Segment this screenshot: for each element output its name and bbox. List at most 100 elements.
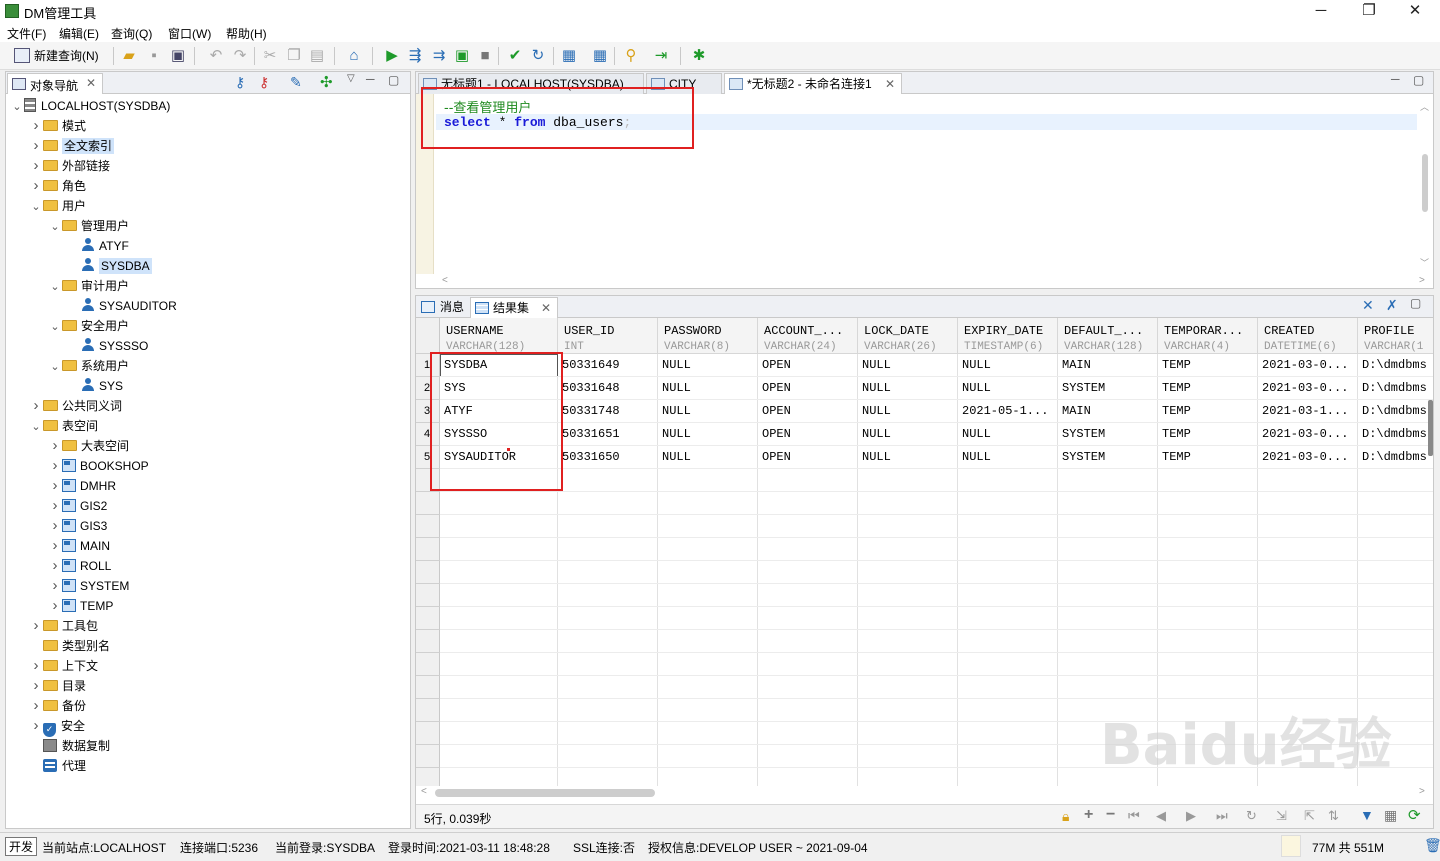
execute-icon[interactable]: ▶ (383, 47, 401, 65)
scroll-thumb[interactable] (435, 789, 655, 797)
table-cell[interactable]: NULL (958, 446, 1058, 469)
row-number[interactable] (416, 768, 440, 786)
scroll-right-icon[interactable]: > (1419, 275, 1425, 286)
chevron-right-icon[interactable]: › (48, 496, 62, 516)
table-cell[interactable]: D:\dmdbms (1358, 400, 1433, 423)
tree-node[interactable]: ⌄ 安全用户 (10, 316, 408, 336)
table-cell[interactable]: OPEN (758, 423, 858, 446)
close-icon[interactable]: ✕ (541, 298, 551, 318)
table-cell[interactable]: NULL (858, 423, 958, 446)
tree-node[interactable]: › 上下文 (10, 656, 408, 676)
menu-file[interactable]: 文件(F) (7, 25, 46, 42)
step-icon[interactable]: ⇥ (652, 47, 670, 65)
cut-icon[interactable]: ✂ (261, 47, 279, 65)
column-header[interactable]: DEFAULT_... VARCHAR(128) (1058, 318, 1158, 354)
filter-icon[interactable]: ▼ (1360, 807, 1374, 823)
tree-node[interactable]: › 模式 (10, 116, 408, 136)
table-cell[interactable]: MAIN (1058, 354, 1158, 377)
table-cell[interactable]: NULL (958, 354, 1058, 377)
chevron-right-icon[interactable]: › (29, 716, 43, 736)
sort-icon[interactable]: ⇅ (1328, 808, 1339, 824)
table-cell[interactable]: 2021-03-1... (1258, 400, 1358, 423)
paste-icon[interactable]: ▤ (308, 47, 326, 65)
execute-script-icon[interactable]: ▣ (453, 47, 471, 65)
commit-icon[interactable]: ✔ (506, 47, 524, 65)
maximize-view-icon[interactable]: ▢ (1410, 296, 1421, 310)
chevron-right-icon[interactable]: › (48, 536, 62, 556)
tree-node[interactable]: SYSSSO (10, 336, 408, 356)
tree-node[interactable]: › ROLL (10, 556, 408, 576)
close-icon[interactable]: ✕ (86, 76, 96, 90)
table-cell[interactable]: NULL (658, 423, 758, 446)
undo-icon[interactable]: ↶ (207, 47, 225, 65)
row-number[interactable] (416, 584, 440, 607)
save-all-icon[interactable]: ▣ (169, 47, 187, 65)
table-cell[interactable]: D:\dmdbms (1358, 377, 1433, 400)
tree-node[interactable]: › BOOKSHOP (10, 456, 408, 476)
row-number[interactable] (416, 515, 440, 538)
open-icon[interactable]: ▰ (120, 47, 138, 65)
add-row-icon[interactable]: + (1084, 806, 1093, 824)
tab-object-navigator[interactable]: 对象导航 ✕ (7, 73, 103, 94)
maximize-view-icon[interactable]: ▢ (388, 73, 399, 87)
chevron-right-icon[interactable]: › (48, 556, 62, 576)
table-cell[interactable]: TEMP (1158, 400, 1258, 423)
table-cell[interactable]: NULL (858, 377, 958, 400)
maximize-view-icon[interactable]: ▢ (1413, 73, 1424, 87)
table-cell[interactable]: 2021-03-0... (1258, 354, 1358, 377)
minimize-view-icon[interactable]: ─ (366, 72, 375, 86)
debug-icon[interactable]: ✱ (690, 47, 708, 65)
tree-node[interactable]: ⌄ LOCALHOST(SYSDBA) (10, 96, 408, 116)
table-cell[interactable]: OPEN (758, 354, 858, 377)
scroll-left-icon[interactable]: < (421, 786, 427, 797)
tab-resultset[interactable]: 结果集 ✕ (470, 297, 558, 319)
scroll-left-icon[interactable]: < (442, 275, 448, 286)
table-cell[interactable]: SYSTEM (1058, 446, 1158, 469)
tree-node[interactable]: ATYF (10, 236, 408, 256)
refresh-page-icon[interactable]: ↻ (1246, 808, 1257, 824)
new-query-button[interactable]: 新建查询(N) (14, 47, 114, 65)
tree-node[interactable]: › 角色 (10, 176, 408, 196)
table-cell[interactable]: 2021-03-0... (1258, 423, 1358, 446)
tree-node[interactable]: 类型别名 (10, 636, 408, 656)
chevron-right-icon[interactable]: › (48, 596, 62, 616)
table-cell[interactable]: NULL (658, 354, 758, 377)
table-cell[interactable]: NULL (858, 400, 958, 423)
table-cell[interactable]: NULL (858, 446, 958, 469)
row-number[interactable] (416, 561, 440, 584)
table-cell[interactable]: NULL (958, 423, 1058, 446)
row-number[interactable] (416, 676, 440, 699)
chevron-right-icon[interactable]: › (29, 156, 43, 176)
table-cell[interactable]: 2021-03-0... (1258, 446, 1358, 469)
column-header[interactable]: USERNAME VARCHAR(128) (440, 318, 558, 354)
row-number[interactable] (416, 653, 440, 676)
tree-node[interactable]: SYSDBA (10, 256, 408, 276)
column-header[interactable]: TEMPORAR... VARCHAR(4) (1158, 318, 1258, 354)
tree-node[interactable]: › MAIN (10, 536, 408, 556)
column-header[interactable]: PASSWORD VARCHAR(8) (658, 318, 758, 354)
tree-node[interactable]: 代理 (10, 756, 408, 776)
row-number[interactable] (416, 722, 440, 745)
chevron-down-icon[interactable]: ⌄ (48, 217, 62, 237)
first-page-icon[interactable]: ⏮ (1128, 808, 1140, 824)
chevron-right-icon[interactable]: › (48, 436, 62, 456)
execute-selection-icon[interactable]: ⇉ (430, 47, 448, 65)
tree-node[interactable]: ⌄ 表空间 (10, 416, 408, 436)
column-header[interactable]: CREATED DATETIME(6) (1258, 318, 1358, 354)
scroll-down-icon[interactable]: ﹀ (1420, 256, 1429, 269)
chevron-right-icon[interactable]: › (29, 656, 43, 676)
table-cell[interactable]: 50331651 (558, 423, 658, 446)
table-cell[interactable]: NULL (658, 400, 758, 423)
table-cell[interactable]: D:\dmdbms (1358, 423, 1433, 446)
table-cell[interactable]: MAIN (1058, 400, 1158, 423)
tree-node[interactable]: › 公共同义词 (10, 396, 408, 416)
tree-node[interactable]: › DMHR (10, 476, 408, 496)
chevron-right-icon[interactable]: › (29, 176, 43, 196)
chevron-right-icon[interactable]: › (48, 476, 62, 496)
chevron-down-icon[interactable]: ⌄ (29, 197, 43, 217)
table-cell[interactable]: NULL (658, 377, 758, 400)
chevron-right-icon[interactable]: › (29, 616, 43, 636)
table-cell[interactable]: 50331748 (558, 400, 658, 423)
column-header[interactable]: EXPIRY_DATE TIMESTAMP(6) (958, 318, 1058, 354)
format-icon[interactable]: ▦ (560, 47, 578, 65)
